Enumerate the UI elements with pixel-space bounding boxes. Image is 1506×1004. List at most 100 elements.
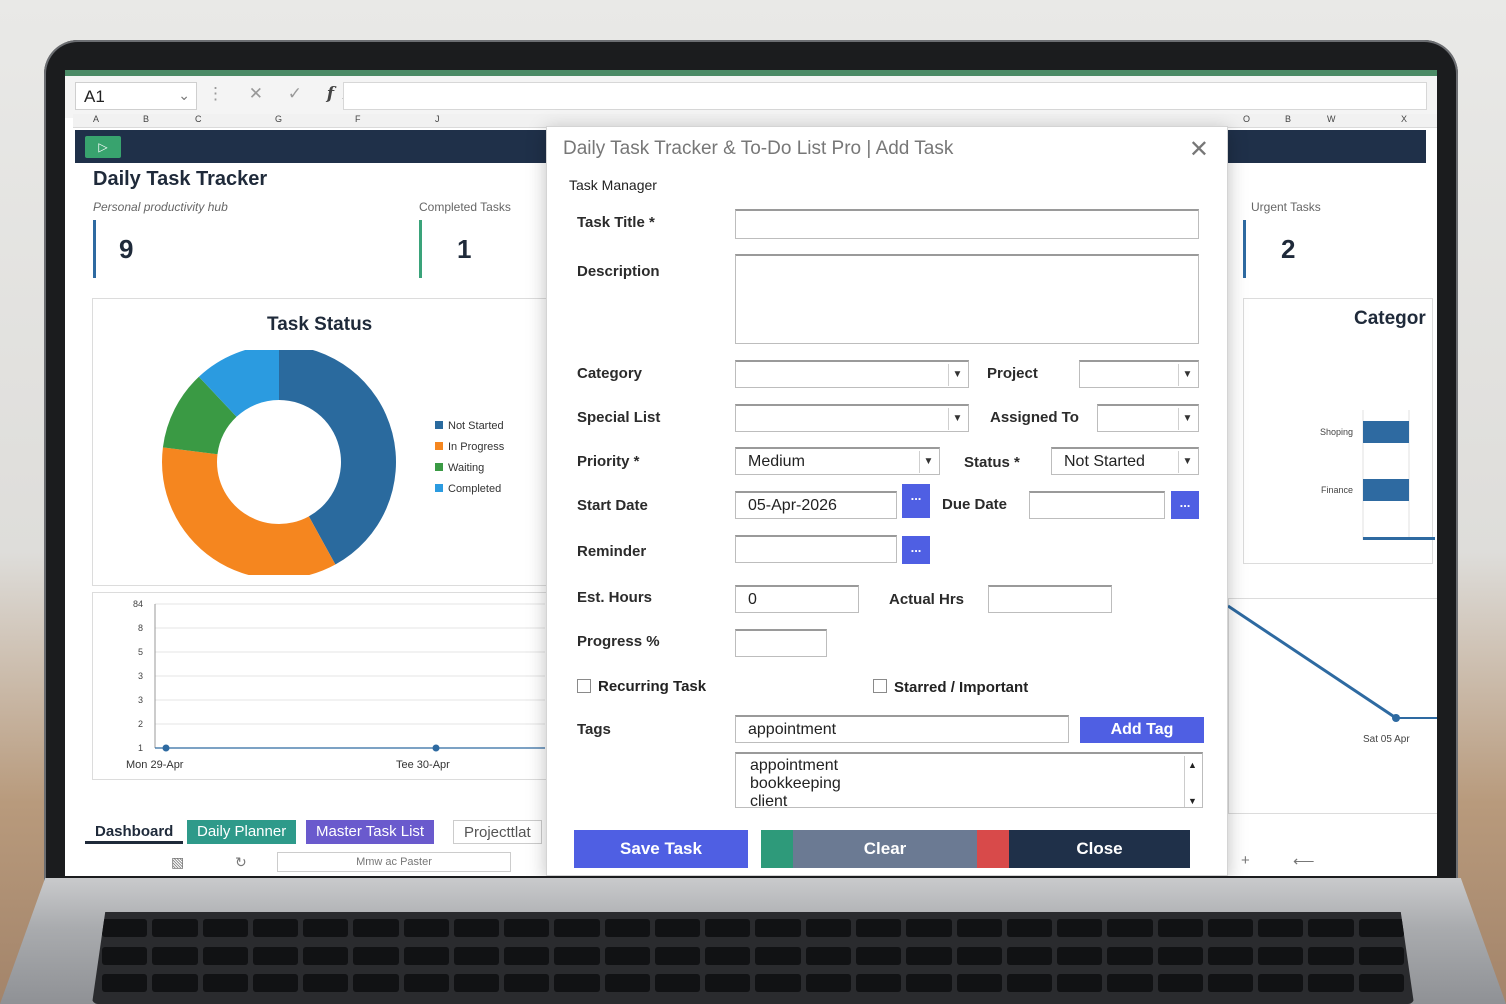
chevron-down-icon[interactable]: ▼ [948,364,966,386]
scroll-down-icon[interactable]: ▼ [1185,792,1200,807]
scrollbar[interactable]: ▲ ▼ [1184,756,1200,807]
col-header[interactable]: C [195,114,202,124]
starred-checkbox[interactable] [873,679,887,693]
bar-shoping[interactable] [1363,421,1409,443]
chevron-down-icon[interactable]: ▼ [1178,408,1196,430]
col-header[interactable]: B [1285,114,1291,124]
keyboard-key [604,974,650,993]
zoom-out-icon[interactable]: ⟵ [1293,852,1315,870]
priority-select[interactable]: Medium ▼ [735,447,940,475]
data-point[interactable] [432,744,440,752]
tag-input[interactable]: appointment [735,715,1069,743]
image-icon[interactable]: ▧ [171,854,184,871]
formula-input[interactable] [343,82,1427,110]
keyboard-key [554,974,600,993]
keyboard-key [1006,946,1053,965]
bar-work[interactable] [1363,537,1435,540]
close-button[interactable]: Close [1009,830,1190,868]
chart-title: Categor [1354,308,1426,329]
dialog-title: Daily Task Tracker & To-Do List Pro | Ad… [563,138,954,159]
starred-label: Starred / Important [894,679,1029,696]
keyboard-key [1358,974,1404,993]
keyboard-key [1057,946,1103,965]
list-item[interactable]: client [750,793,1188,807]
chevron-down-icon[interactable]: ▼ [1178,364,1196,386]
tab-daily-planner[interactable]: Daily Planner [187,820,297,844]
est-hours-input[interactable]: 0 [735,585,859,613]
assigned-to-label: Assigned To [990,409,1079,426]
progress-input[interactable] [735,629,827,657]
tick-label: 8 [138,623,143,633]
tag-list[interactable]: appointment bookkeeping client ▲ ▼ [735,752,1203,808]
reminder-label: Reminder [577,543,647,560]
list-item[interactable]: bookkeeping [750,775,1188,793]
assigned-to-select[interactable]: ▼ [1097,404,1199,432]
plus-icon[interactable]: + [1241,852,1250,869]
category-label: Shoping [1320,427,1353,437]
start-date-input[interactable]: 05-Apr-2026 [735,491,897,519]
kpi-accent [1243,220,1246,278]
donut-slice-in-progress[interactable] [162,447,336,575]
progress-label: Progress % [577,633,660,650]
legend-item: Not Started [435,416,504,437]
chevron-down-icon[interactable]: ▼ [948,408,966,430]
task-title-input[interactable] [735,209,1199,239]
due-date-input[interactable] [1029,491,1165,519]
keyboard-key [755,919,801,937]
list-item[interactable]: appointment [750,757,1188,775]
recurring-checkbox[interactable] [577,679,591,693]
check-icon[interactable]: ✓ [288,84,312,103]
keyboard-key [1107,974,1153,993]
close-icon[interactable]: ✕ [1189,135,1209,164]
actual-hrs-input[interactable] [988,585,1112,613]
col-header[interactable]: A [93,114,99,124]
col-header[interactable]: J [435,114,440,124]
clear-button[interactable]: Clear [793,830,977,868]
special-list-select[interactable]: ▼ [735,404,969,432]
bar-finance[interactable] [1363,479,1409,501]
refresh-icon[interactable]: ↻ [235,854,247,871]
col-header[interactable]: B [143,114,149,124]
keyboard-key [805,946,852,965]
name-box[interactable]: A1 ⌄ [75,82,197,110]
start-date-picker-button[interactable]: ... [902,484,930,518]
play-icon[interactable]: ▷ [85,136,121,158]
est-hours-label: Est. Hours [577,589,653,606]
col-header[interactable]: O [1243,114,1250,124]
project-select[interactable]: ▼ [1079,360,1199,388]
reminder-input[interactable] [735,535,897,563]
category-select[interactable]: ▼ [735,360,969,388]
reminder-picker-button[interactable]: ... [902,536,930,564]
status-input[interactable]: Mmw ac Paster [277,852,511,872]
chevron-down-icon[interactable]: ▼ [919,451,937,473]
keyboard-key [102,946,148,965]
tab-master-task-list[interactable]: Master Task List [306,820,435,844]
keyboard [92,912,1414,1004]
status-select[interactable]: Not Started ▼ [1051,447,1199,475]
data-point[interactable] [162,744,170,752]
keyboard-key [956,974,1002,993]
more-icon[interactable]: ⋮ [207,84,234,103]
save-task-button[interactable]: Save Task [574,830,748,868]
col-header[interactable]: W [1327,114,1336,124]
screen: A1 ⌄ ⋮ ✕ ✓ fA A B C G F J O B W X ▷ Dail… [65,70,1437,876]
col-header[interactable]: F [355,114,361,124]
keyboard-key [705,974,751,993]
col-header[interactable]: X [1401,114,1407,124]
due-date-picker-button[interactable]: ... [1171,491,1199,519]
keyboard-key [856,919,902,937]
cancel-icon[interactable]: ✕ [249,84,273,103]
dashboard-title: Daily Task Tracker [93,168,268,190]
col-header[interactable]: G [275,114,282,124]
description-label: Description [577,263,660,280]
tab-dashboard[interactable]: Dashboard [85,820,184,844]
chevron-down-icon[interactable]: ▼ [1178,451,1196,473]
description-textarea[interactable] [735,254,1199,344]
add-tag-button[interactable]: Add Tag [1080,717,1204,743]
keyboard-key [1157,974,1203,993]
category-label: Finance [1321,485,1353,495]
chevron-down-icon[interactable]: ⌄ [178,87,190,104]
scroll-up-icon[interactable]: ▲ [1185,756,1200,774]
tab-projects[interactable]: Projecttlat [453,820,542,844]
keyboard-key [1006,974,1053,993]
